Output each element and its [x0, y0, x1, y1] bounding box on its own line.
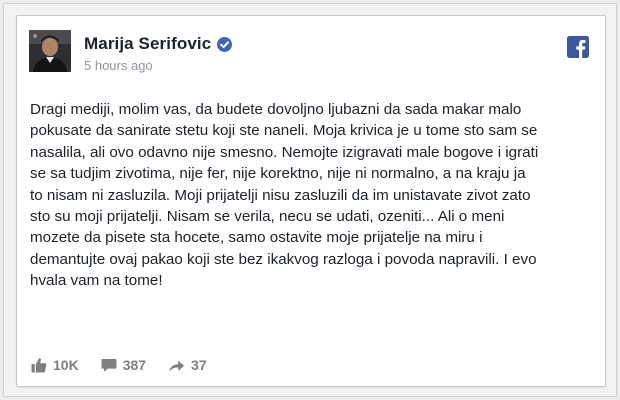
- verified-badge-icon: [217, 36, 233, 52]
- screenshot-frame: Marija Serifovic 5 hours ago Dragi medij…: [3, 3, 617, 397]
- comment-icon: [101, 357, 117, 373]
- likes-stat[interactable]: 10K: [31, 357, 79, 373]
- author-name[interactable]: Marija Serifovic: [84, 34, 211, 54]
- avatar-photo: [29, 30, 71, 72]
- facebook-logo-icon[interactable]: [567, 36, 589, 58]
- post-header: Marija Serifovic 5 hours ago: [29, 30, 589, 86]
- avatar[interactable]: [29, 30, 71, 72]
- post-timestamp[interactable]: 5 hours ago: [84, 58, 153, 73]
- comments-stat[interactable]: 387: [101, 357, 146, 373]
- author-line: Marija Serifovic: [84, 34, 233, 54]
- shares-count: 37: [191, 357, 207, 373]
- post-body-text: Dragi mediji, molim vas, da budete dovol…: [30, 101, 539, 290]
- likes-count: 10K: [53, 357, 79, 373]
- shares-stat[interactable]: 37: [168, 357, 207, 373]
- comments-count: 387: [122, 357, 147, 373]
- share-arrow-icon: [168, 357, 185, 373]
- thumbs-up-icon: [31, 357, 47, 373]
- post-engagement-bar: 10K 387 37: [31, 354, 229, 376]
- facebook-post-card: Marija Serifovic 5 hours ago Dragi medij…: [16, 15, 606, 387]
